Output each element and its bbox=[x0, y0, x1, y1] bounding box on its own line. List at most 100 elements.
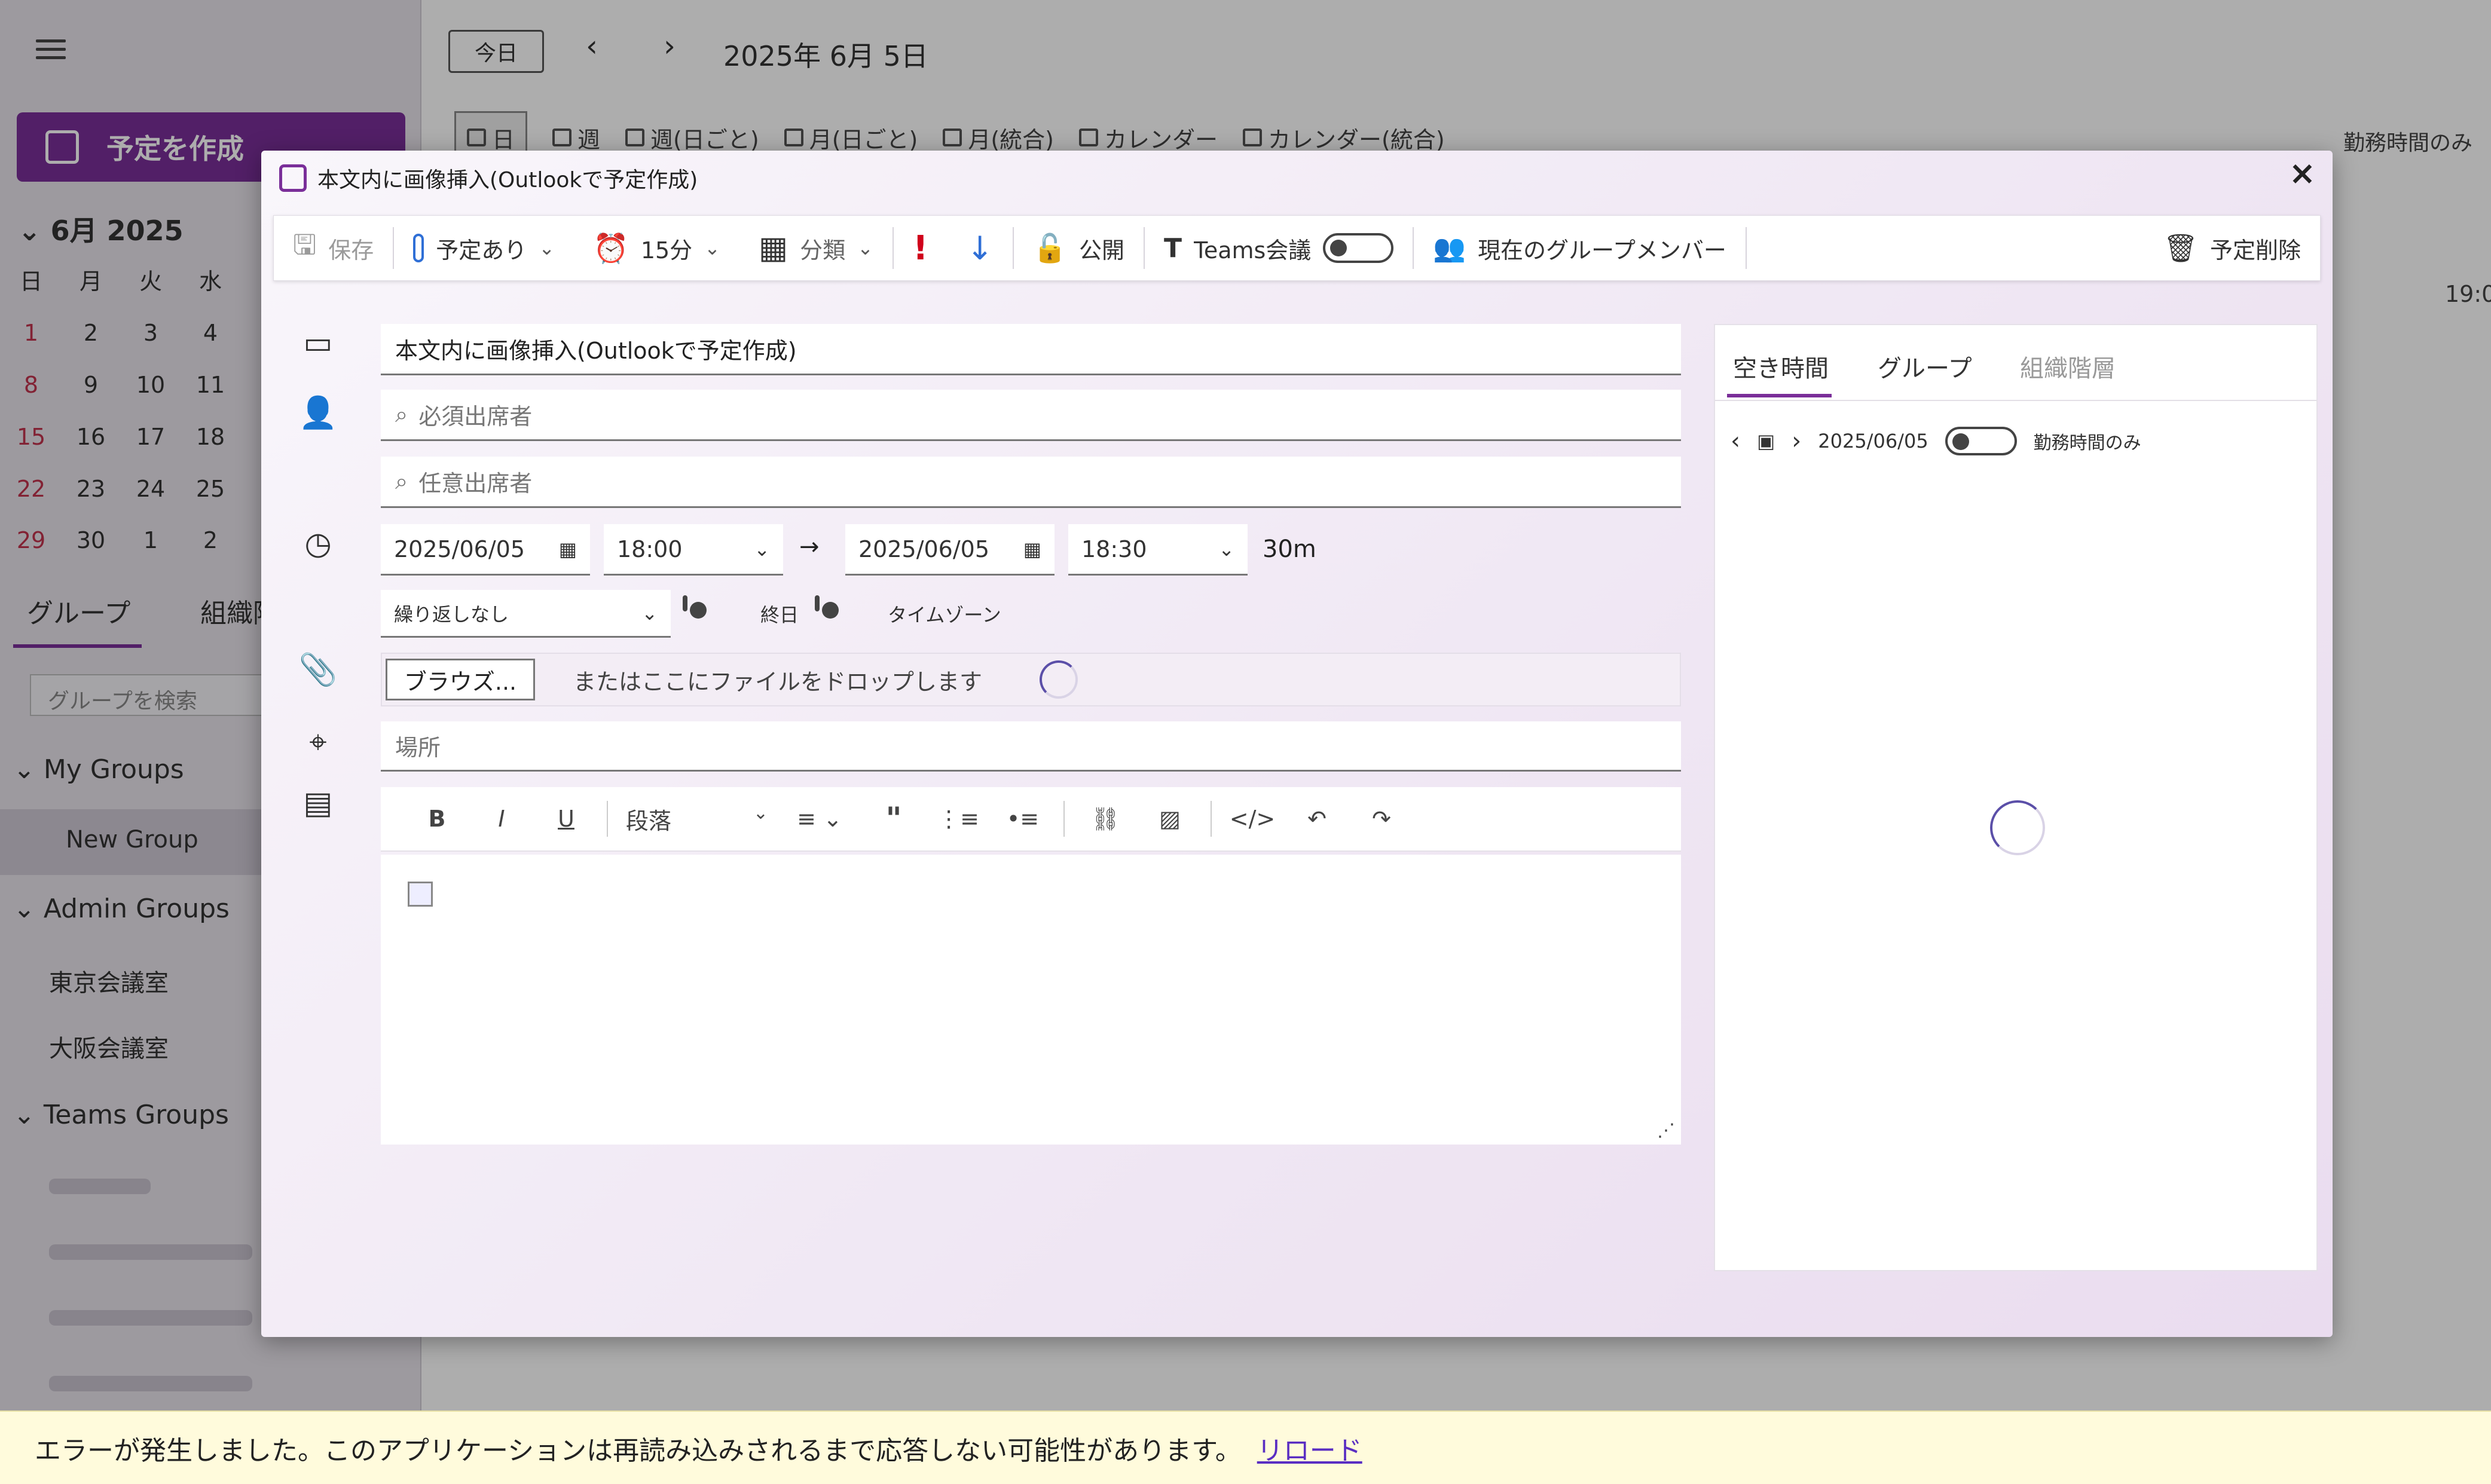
error-banner: エラーが発生しました。このアプリケーションは再読み込みされるまで応答しない可能性… bbox=[0, 1410, 2491, 1484]
scheduling-panel: 空き時間 グループ 組織階層 ‹ ▣ › 2025/06/05 勤務時間のみ bbox=[1714, 324, 2318, 1271]
start-time-value: 18:00 bbox=[617, 536, 683, 562]
underline-icon[interactable]: U bbox=[534, 806, 598, 832]
tab-free-time[interactable]: 空き時間 bbox=[1733, 349, 1829, 384]
group-members-button[interactable]: 👥 現在のグループメンバー bbox=[1414, 216, 1746, 280]
chevron-down-icon: ⌄ bbox=[754, 537, 770, 561]
end-date-value: 2025/06/05 bbox=[858, 536, 990, 562]
work-hours-toggle[interactable] bbox=[1945, 427, 2017, 455]
people-icon: 👥 bbox=[1433, 233, 1466, 264]
unlock-icon: 🔓 bbox=[1032, 231, 1068, 264]
dialog-title: 本文内に画像挿入(Outlookで予定作成) bbox=[279, 163, 698, 194]
prev-day-icon[interactable]: ‹ bbox=[1731, 427, 1740, 455]
end-date-picker[interactable]: 2025/06/05 ▦ bbox=[845, 524, 1055, 576]
link-icon[interactable]: ⛓ bbox=[1073, 806, 1138, 833]
body-editor[interactable]: ⋰ bbox=[381, 855, 1681, 1145]
rich-text-toolbar: B I U 段落 ⌄ ≡ ⌄ " ⋮≡ •≡ ⛓ ▨ </> ↶ ↷ bbox=[381, 787, 1681, 852]
reload-link[interactable]: リロード bbox=[1257, 1429, 1362, 1467]
redo-icon[interactable]: ↷ bbox=[1349, 806, 1414, 832]
tab-group[interactable]: グループ bbox=[1878, 349, 1972, 384]
chevron-down-icon: ⌄ bbox=[539, 237, 555, 259]
clock-icon: ◷ bbox=[304, 526, 332, 562]
delete-event-button[interactable]: 🗑 予定削除 bbox=[2144, 216, 2320, 280]
optional-attendees-input[interactable]: ⌕ 任意出席者 bbox=[381, 457, 1681, 508]
arrow-down-icon: ↓ bbox=[966, 229, 994, 267]
all-day-label: 終日 bbox=[760, 604, 799, 626]
optional-placeholder: 任意出席者 bbox=[418, 470, 533, 497]
save-button[interactable]: 🖫 保存 bbox=[274, 216, 393, 280]
resize-handle-icon[interactable]: ⋰ bbox=[1657, 1120, 1675, 1141]
toolbar-divider bbox=[1063, 801, 1065, 837]
category-dropdown[interactable]: ▦ 分類 ⌄ bbox=[739, 216, 893, 280]
teams-meeting-toggle[interactable]: T Teams会議 bbox=[1145, 216, 1413, 280]
chevron-down-icon: ⌄ bbox=[857, 237, 873, 259]
timezone-label: タイムゾーン bbox=[888, 604, 1001, 626]
teams-label: Teams会議 bbox=[1194, 237, 1312, 264]
group-members-label: 現在のグループメンバー bbox=[1478, 237, 1726, 264]
location-pin-icon: ⌖ bbox=[309, 724, 327, 760]
calendar-edit-icon bbox=[279, 164, 307, 192]
start-time-select[interactable]: 18:00 ⌄ bbox=[604, 524, 783, 576]
loading-spinner-icon bbox=[1040, 660, 1078, 699]
panel-date-label: 2025/06/05 bbox=[1818, 430, 1928, 452]
next-day-icon[interactable]: › bbox=[1792, 427, 1801, 455]
chevron-down-icon: ⌄ bbox=[704, 237, 720, 259]
save-label: 保存 bbox=[328, 237, 374, 264]
dialog-title-text: 本文内に画像挿入(Outlookで予定作成) bbox=[317, 168, 698, 192]
paragraph-select[interactable]: 段落 ⌄ bbox=[616, 803, 778, 836]
start-date-value: 2025/06/05 bbox=[394, 536, 525, 562]
teams-icon: T bbox=[1164, 232, 1182, 264]
start-date-picker[interactable]: 2025/06/05 ▦ bbox=[381, 524, 590, 576]
recurrence-value: 繰り返しなし bbox=[394, 602, 509, 626]
grid-icon: ▦ bbox=[758, 230, 788, 266]
today-calendar-icon[interactable]: ▣ bbox=[1757, 430, 1775, 452]
all-day-toggle[interactable] bbox=[683, 595, 687, 611]
tab-underline bbox=[1727, 394, 1832, 397]
error-message: エラーが発生しました。このアプリケーションは再読み込みされるまで応答しない可能性… bbox=[35, 1435, 1242, 1466]
italic-icon[interactable]: I bbox=[469, 806, 534, 832]
work-hours-label: 勤務時間のみ bbox=[2033, 433, 2141, 454]
panel-date-nav: ‹ ▣ › 2025/06/05 勤務時間のみ bbox=[1731, 427, 2141, 455]
broken-image-icon bbox=[408, 882, 433, 907]
status-dropdown[interactable]: 予定あり ⌄ bbox=[394, 216, 574, 280]
category-label: 分類 bbox=[800, 237, 846, 264]
reminder-label: 15分 bbox=[640, 237, 693, 264]
bold-icon[interactable]: B bbox=[405, 806, 469, 832]
code-icon[interactable]: </> bbox=[1220, 806, 1285, 832]
high-priority-button[interactable]: ! bbox=[894, 216, 948, 280]
quote-icon[interactable]: " bbox=[861, 801, 926, 837]
required-placeholder: 必須出席者 bbox=[418, 403, 533, 430]
chevron-down-icon: ⌄ bbox=[1218, 537, 1234, 561]
calendar-icon: ▦ bbox=[1023, 537, 1041, 561]
browse-button[interactable]: ブラウズ... bbox=[386, 659, 535, 700]
teams-toggle-switch[interactable] bbox=[1323, 233, 1394, 263]
low-priority-button[interactable]: ↓ bbox=[948, 216, 1013, 280]
chevron-down-icon: ⌄ bbox=[753, 802, 768, 824]
align-icon[interactable]: ≡ ⌄ bbox=[778, 806, 861, 832]
search-icon: ⌕ bbox=[395, 401, 408, 427]
tab-org-hierarchy[interactable]: 組織階層 bbox=[2020, 349, 2116, 384]
tab-divider bbox=[1715, 400, 2316, 401]
event-dialog: 本文内に画像挿入(Outlookで予定作成) × 🖫 保存 予定あり ⌄ ⏰ 1… bbox=[261, 151, 2333, 1337]
image-icon[interactable]: ▨ bbox=[1138, 806, 1202, 832]
toolbar-divider bbox=[1211, 801, 1212, 837]
visibility-button[interactable]: 🔓 公開 bbox=[1014, 216, 1144, 280]
toolbar-divider bbox=[1745, 227, 1747, 269]
reminder-dropdown[interactable]: ⏰ 15分 ⌄ bbox=[574, 216, 739, 280]
subject-input[interactable]: 本文内に画像挿入(Outlookで予定作成) bbox=[381, 324, 1681, 375]
drop-hint: またはここにファイルをドロップします bbox=[573, 668, 983, 695]
required-attendees-input[interactable]: ⌕ 必須出席者 bbox=[381, 390, 1681, 441]
calendar-icon: ▭ bbox=[303, 325, 333, 361]
dialog-toolbar: 🖫 保存 予定あり ⌄ ⏰ 15分 ⌄ ▦ 分類 ⌄ ! ↓ 🔓 公開 T Te… bbox=[273, 215, 2321, 281]
location-input[interactable]: 場所 bbox=[381, 721, 1681, 772]
close-icon[interactable]: × bbox=[2289, 154, 2316, 192]
paragraph-label: 段落 bbox=[626, 807, 672, 834]
description-icon: ▤ bbox=[303, 785, 333, 821]
bullet-list-icon[interactable]: •≡ bbox=[991, 806, 1055, 832]
attachment-drop-zone[interactable]: ブラウズ... またはここにファイルをドロップします bbox=[381, 653, 1681, 706]
timezone-toggle[interactable] bbox=[815, 595, 820, 611]
calendar-icon: ▦ bbox=[558, 537, 577, 561]
undo-icon[interactable]: ↶ bbox=[1285, 806, 1349, 832]
numbered-list-icon[interactable]: ⋮≡ bbox=[926, 806, 991, 832]
recurrence-select[interactable]: 繰り返しなし ⌄ bbox=[381, 590, 671, 638]
end-time-select[interactable]: 18:30 ⌄ bbox=[1068, 524, 1248, 576]
